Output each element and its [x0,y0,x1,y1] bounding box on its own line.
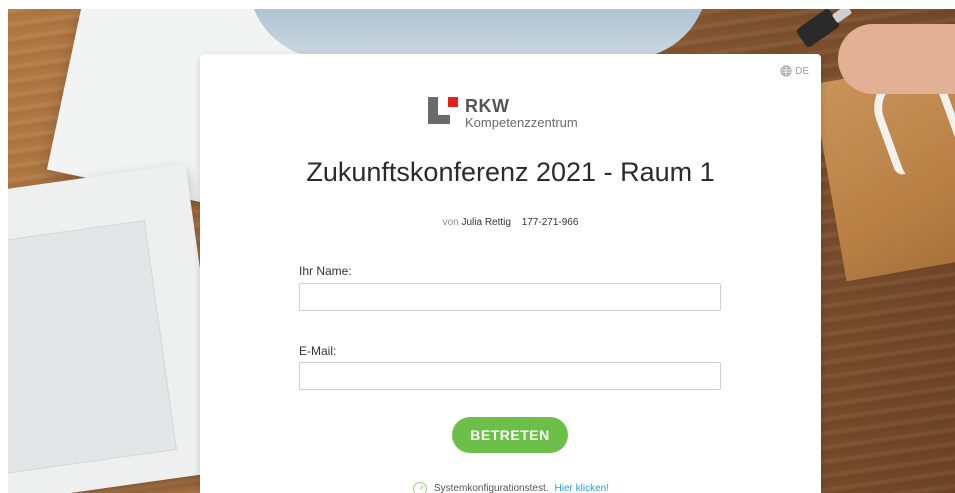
background-jeans [248,9,708,59]
meeting-id: 177-271-966 [521,217,579,228]
system-test: Systemkonfigurationstest. Hier klicken! [200,481,821,493]
meeting-title: Zukunftskonferenz 2021 - Raum 1 [306,157,715,187]
rkw-logo: RKW Kompetenzzentrum [428,97,578,129]
join-button[interactable]: BETRETEN [452,417,568,453]
meeting-meta: von Julia Rettig 177-271-966 [200,217,821,228]
name-label: Ihr Name: [299,264,352,278]
speedometer-icon [413,482,428,493]
join-meeting-screen: DE RKW Kompetenzzentrum Zukunftskonferen… [0,0,955,493]
background-paper-inner [8,220,177,474]
logo-subtitle: Kompetenzzentrum [465,115,578,130]
name-input[interactable] [299,283,721,311]
language-code: DE [795,65,809,77]
system-test-link[interactable]: Hier klicken! [555,483,609,493]
rkw-logo-mark [428,97,459,124]
system-test-text: Systemkonfigurationstest. [434,482,549,493]
globe-icon [780,65,792,77]
logo-brand: RKW [465,96,510,116]
email-label: E-Mail: [299,344,337,358]
meeting-host: Julia Rettig [461,217,511,228]
join-card: DE RKW Kompetenzzentrum Zukunftskonferen… [200,54,821,493]
email-input[interactable] [299,362,721,390]
meeting-by-prefix: von [442,217,459,228]
language-selector[interactable]: DE [780,65,809,77]
background-hand [838,24,955,94]
